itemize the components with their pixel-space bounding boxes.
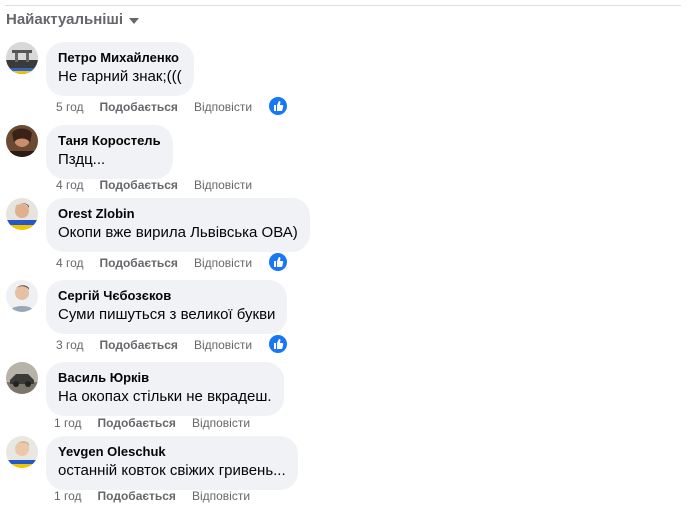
comment-text: останній ковток свіжих гривень... — [58, 462, 286, 479]
comment-actions: 4 год Подобається Відповісти — [56, 256, 252, 270]
reply-button[interactable]: Відповісти — [192, 416, 250, 430]
comment-author[interactable]: Сергій Чєбозєков — [58, 288, 275, 304]
comment-author[interactable]: Yevgen Oleschuk — [58, 444, 286, 460]
comment-bubble: Yevgen Oleschuk останній ковток свіжих г… — [46, 436, 298, 490]
chevron-down-icon — [129, 17, 140, 24]
comment-bubble: Василь Юрків На окопах стільки не вкраде… — [46, 362, 284, 416]
like-button[interactable]: Подобається — [98, 416, 176, 430]
sort-dropdown[interactable]: Найактуальніші — [6, 11, 140, 28]
avatar[interactable] — [6, 42, 38, 74]
comment-actions: 4 год Подобається Відповісти — [56, 178, 252, 192]
avatar[interactable] — [6, 280, 38, 312]
comment-time[interactable]: 5 год — [56, 100, 84, 114]
comment-actions: 3 год Подобається Відповісти — [56, 338, 252, 352]
reply-button[interactable]: Відповісти — [192, 489, 250, 503]
reply-button[interactable]: Відповісти — [194, 178, 252, 192]
avatar[interactable] — [6, 362, 38, 394]
comment-text: Суми пишуться з великої букви — [58, 306, 276, 323]
avatar[interactable] — [6, 436, 38, 468]
comment-author[interactable]: Orest Zlobin — [58, 206, 298, 222]
comment-bubble: Orest Zlobin Окопи вже вирила Львівська … — [46, 198, 310, 252]
comment-bubble: Петро Михайленко Не гарний знак;((( — [46, 42, 194, 96]
comment-time[interactable]: 4 год — [56, 256, 84, 270]
comment-time[interactable]: 1 год — [54, 489, 82, 503]
thumbs-up-icon[interactable] — [267, 95, 289, 117]
comment-text: Пздц... — [58, 151, 106, 168]
like-button[interactable]: Подобається — [100, 100, 178, 114]
section-divider — [5, 5, 681, 6]
comment-time[interactable]: 3 год — [56, 338, 84, 352]
sort-label: Найактуальніші — [6, 11, 124, 28]
comment-actions: 5 год Подобається Відповісти — [56, 100, 252, 114]
avatar[interactable] — [6, 198, 38, 230]
comment-author[interactable]: Петро Михайленко — [58, 50, 182, 66]
comment-author[interactable]: Василь Юрків — [58, 370, 272, 386]
like-button[interactable]: Подобається — [98, 489, 176, 503]
reply-button[interactable]: Відповісти — [194, 256, 252, 270]
comment-author[interactable]: Таня Коростель — [58, 133, 161, 149]
comment-time[interactable]: 1 год — [54, 416, 82, 430]
comment-text: Не гарний знак;((( — [58, 68, 182, 85]
comment-text: Окопи вже вирила Львівська ОВА) — [58, 224, 298, 241]
reply-button[interactable]: Відповісти — [194, 338, 252, 352]
like-button[interactable]: Подобається — [100, 338, 178, 352]
comment-bubble: Таня Коростель Пздц... — [46, 125, 173, 179]
like-button[interactable]: Подобається — [100, 178, 178, 192]
comment-time[interactable]: 4 год — [56, 178, 84, 192]
comment-text: На окопах стільки не вкрадеш. — [58, 388, 272, 405]
comment-bubble: Сергій Чєбозєков Суми пишуться з великої… — [46, 280, 288, 334]
comment-actions: 1 год Подобається Відповісти — [54, 489, 250, 503]
thumbs-up-icon[interactable] — [267, 251, 289, 273]
thumbs-up-icon[interactable] — [267, 333, 289, 355]
like-button[interactable]: Подобається — [100, 256, 178, 270]
comment-actions: 1 год Подобається Відповісти — [54, 416, 250, 430]
avatar[interactable] — [6, 125, 38, 157]
reply-button[interactable]: Відповісти — [194, 100, 252, 114]
